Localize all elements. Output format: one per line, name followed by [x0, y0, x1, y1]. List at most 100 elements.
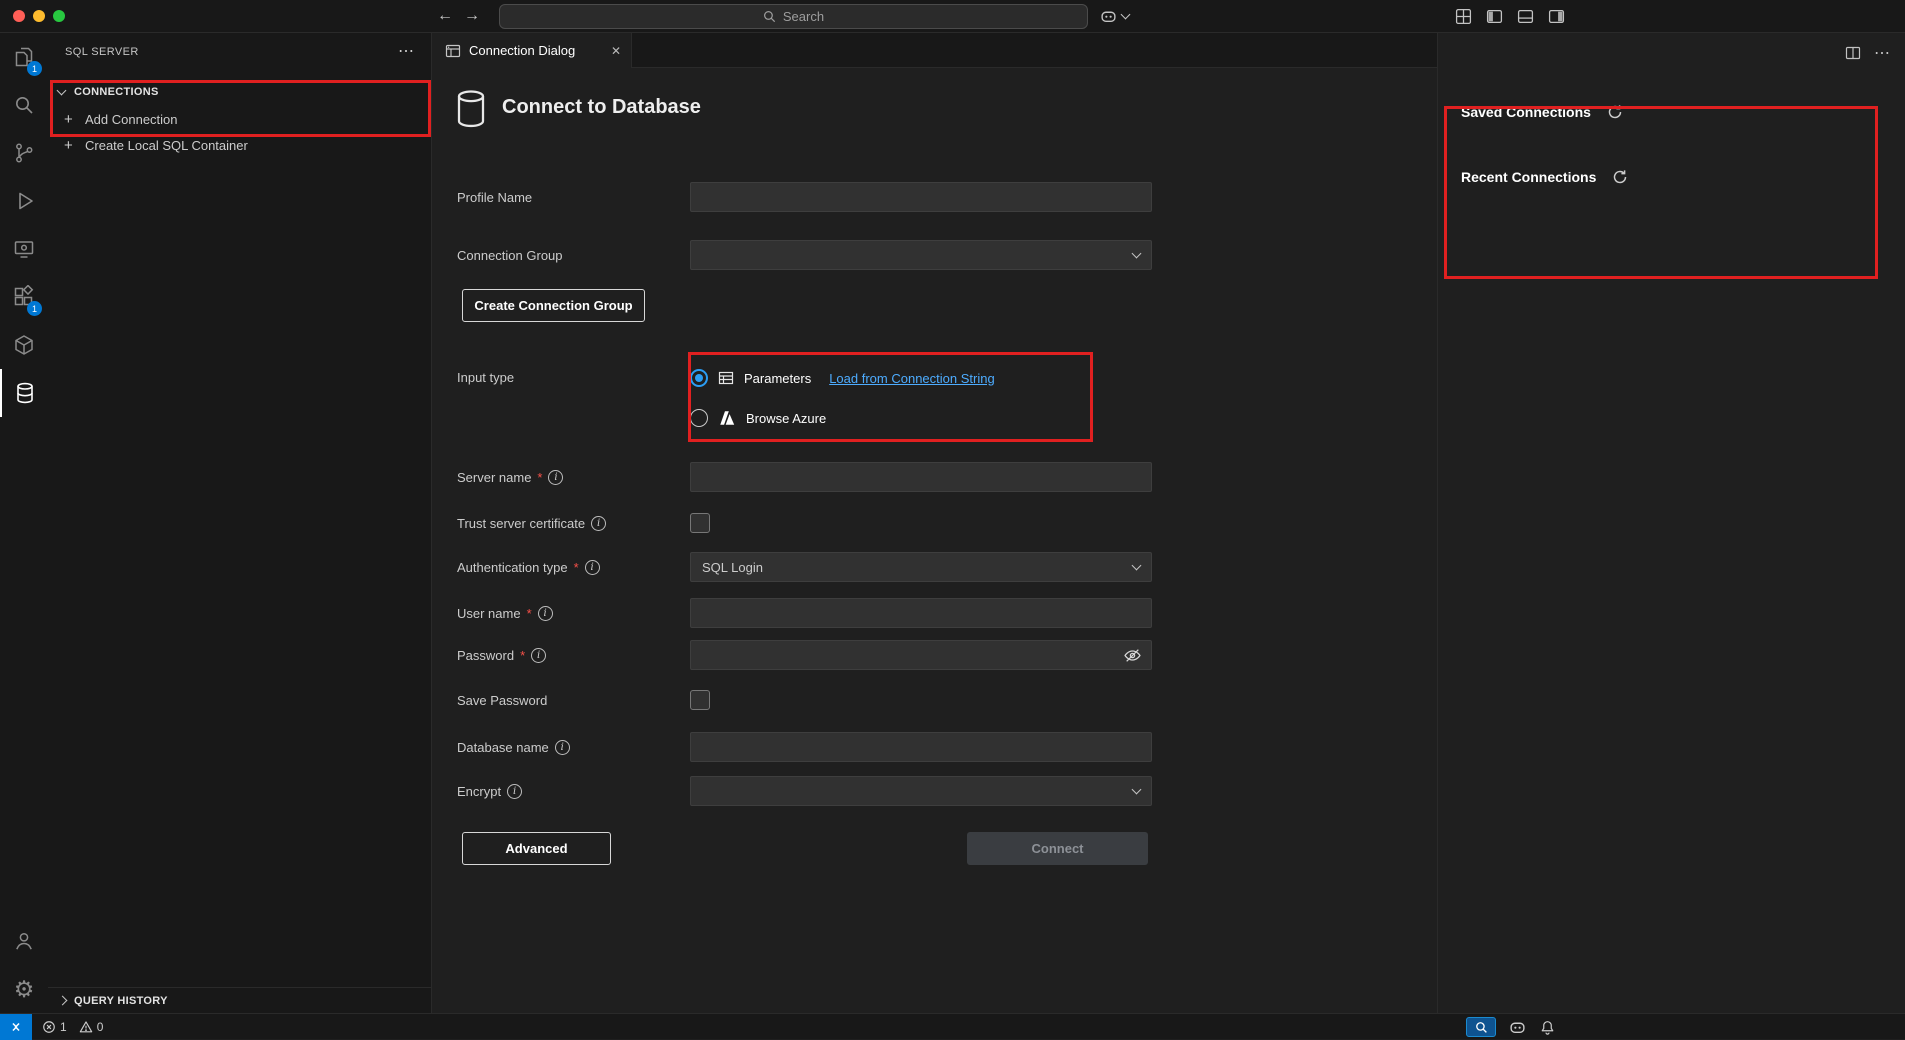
more-actions-icon[interactable]: ⋯	[398, 41, 415, 61]
tab-label: Connection Dialog	[469, 43, 575, 58]
activity-containers[interactable]	[0, 321, 48, 369]
refresh-icon[interactable]	[1607, 104, 1623, 120]
minimize-window-button[interactable]	[33, 10, 45, 22]
plus-icon: +	[64, 137, 73, 154]
activity-remote-explorer[interactable]	[0, 225, 48, 273]
sidebar-item-add-connection[interactable]: + Add Connection	[48, 106, 431, 132]
authentication-type-value: SQL Login	[702, 560, 763, 575]
bell-icon[interactable]	[1536, 1017, 1558, 1037]
maximize-window-button[interactable]	[53, 10, 65, 22]
required-marker: *	[537, 470, 542, 485]
radio-unselected-icon[interactable]	[690, 409, 708, 427]
remote-indicator[interactable]	[0, 1014, 32, 1040]
eye-off-icon[interactable]	[1124, 647, 1141, 664]
server-name-label: Server name * i	[457, 462, 563, 492]
browse-azure-label: Browse Azure	[746, 411, 826, 426]
remote-explorer-icon	[12, 237, 36, 261]
recent-connections-header: Recent Connections	[1461, 169, 1628, 185]
activity-settings[interactable]: ⚙	[0, 965, 48, 1013]
close-icon[interactable]: ✕	[611, 44, 621, 58]
info-icon[interactable]: i	[507, 784, 522, 799]
problems-indicator[interactable]: 1 0	[42, 1014, 103, 1039]
input-type-parameters-option[interactable]: Parameters Load from Connection String	[690, 366, 995, 390]
chevron-down-icon	[57, 86, 67, 96]
authentication-type-dropdown[interactable]: SQL Login	[690, 552, 1152, 582]
secondary-sidebar: ⋯ Saved Connections Recent Connections	[1437, 33, 1905, 1013]
info-icon[interactable]: i	[585, 560, 600, 575]
profile-name-label: Profile Name	[457, 182, 532, 212]
advanced-button[interactable]: Advanced	[462, 832, 611, 865]
activity-source-control[interactable]	[0, 129, 48, 177]
search-icon	[763, 10, 776, 23]
activity-extensions[interactable]: 1	[0, 273, 48, 321]
container-box-icon	[12, 333, 36, 357]
database-name-label: Database name i	[457, 732, 570, 762]
chevron-right-icon	[58, 996, 68, 1006]
password-label: Password * i	[457, 640, 546, 670]
error-count: 1	[60, 1020, 67, 1034]
search-label: Search	[783, 9, 824, 24]
refresh-icon[interactable]	[1612, 169, 1628, 185]
toggle-secondary-sidebar-icon[interactable]	[1548, 8, 1565, 25]
customize-layout-icon[interactable]	[1455, 8, 1472, 25]
query-history-section-header[interactable]: QUERY HISTORY	[48, 987, 431, 1013]
radio-selected-icon[interactable]	[690, 369, 708, 387]
connection-group-dropdown[interactable]	[690, 240, 1152, 270]
trust-server-certificate-checkbox[interactable]	[690, 513, 710, 533]
toggle-primary-sidebar-icon[interactable]	[1486, 8, 1503, 25]
warning-count: 0	[97, 1020, 104, 1034]
forward-icon[interactable]: →	[464, 0, 480, 32]
save-password-checkbox[interactable]	[690, 690, 710, 710]
required-marker: *	[520, 648, 525, 663]
trust-server-certificate-label: Trust server certificate i	[457, 513, 606, 533]
password-input[interactable]	[690, 640, 1152, 670]
activity-run-debug[interactable]	[0, 177, 48, 225]
create-connection-group-button[interactable]: Create Connection Group	[462, 289, 645, 322]
copilot-status-icon[interactable]	[1506, 1017, 1528, 1037]
info-icon[interactable]: i	[591, 516, 606, 531]
sidebar-item-create-local-sql-container[interactable]: + Create Local SQL Container	[48, 132, 431, 158]
required-marker: *	[527, 606, 532, 621]
toggle-panel-icon[interactable]	[1517, 8, 1534, 25]
split-editor-icon[interactable]	[1845, 45, 1861, 61]
zoom-indicator[interactable]	[1466, 1017, 1496, 1037]
chevron-down-icon	[1132, 249, 1142, 259]
authentication-type-label: Authentication type * i	[457, 552, 600, 582]
info-icon[interactable]: i	[548, 470, 563, 485]
tab-connection-dialog[interactable]: Connection Dialog ✕	[432, 33, 632, 68]
traffic-lights	[13, 10, 65, 22]
close-window-button[interactable]	[13, 10, 25, 22]
settings-gear-icon: ⚙	[14, 976, 35, 1003]
profile-name-input[interactable]	[690, 182, 1152, 212]
info-icon[interactable]: i	[555, 740, 570, 755]
extensions-badge: 1	[27, 301, 42, 316]
connection-dialog-panel: Connect to Database Profile Name Connect…	[432, 68, 1437, 1013]
status-bar: 1 0	[0, 1013, 1905, 1039]
user-name-input[interactable]	[690, 598, 1152, 628]
activity-accounts[interactable]	[0, 917, 48, 965]
activity-explorer[interactable]: 1	[0, 33, 48, 81]
back-icon[interactable]: ←	[437, 0, 453, 32]
source-control-icon	[12, 141, 36, 165]
encrypt-dropdown[interactable]	[690, 776, 1152, 806]
accounts-icon	[12, 929, 36, 953]
copilot-icon	[1100, 8, 1117, 25]
input-type-label: Input type	[457, 364, 514, 390]
command-center-search[interactable]: Search	[499, 4, 1088, 29]
database-name-input[interactable]	[690, 732, 1152, 762]
plus-icon: +	[64, 111, 73, 128]
connect-button[interactable]: Connect	[967, 832, 1148, 865]
info-icon[interactable]: i	[531, 648, 546, 663]
activity-search[interactable]	[0, 81, 48, 129]
info-icon[interactable]: i	[538, 606, 553, 621]
server-name-input[interactable]	[690, 462, 1152, 492]
chevron-down-icon	[1132, 561, 1142, 571]
input-type-browse-azure-option[interactable]: Browse Azure	[690, 406, 826, 430]
load-from-connection-string-link[interactable]: Load from Connection String	[829, 371, 994, 386]
activity-sql-server[interactable]	[0, 369, 48, 417]
explorer-badge: 1	[27, 61, 42, 76]
dialog-title: Connect to Database	[502, 96, 701, 119]
copilot-menu[interactable]	[1100, 0, 1129, 32]
more-actions-icon[interactable]: ⋯	[1874, 43, 1891, 63]
connections-section-header[interactable]: CONNECTIONS	[48, 80, 431, 104]
